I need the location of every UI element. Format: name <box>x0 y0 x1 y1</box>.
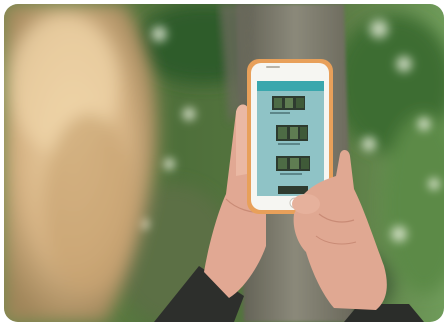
phone-speaker <box>266 66 280 68</box>
photo-scene <box>4 4 444 322</box>
app-list-item[interactable] <box>278 186 308 194</box>
photo-frame <box>4 4 444 322</box>
app-header <box>257 81 324 91</box>
